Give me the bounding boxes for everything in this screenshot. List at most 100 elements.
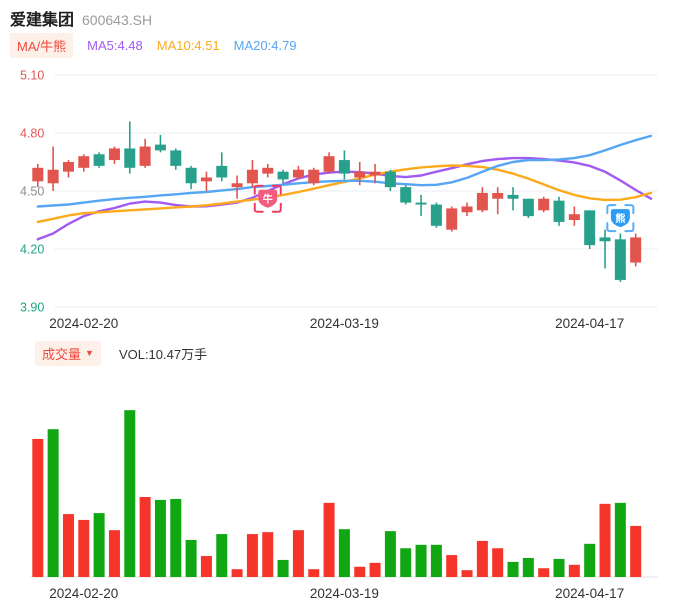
candle-body (200, 177, 212, 182)
legend-ma5[interactable]: MA5:4.48 (87, 38, 143, 53)
volume-bar[interactable] (369, 562, 381, 577)
volume-bar[interactable] (430, 544, 442, 577)
volume-header: 成交量 ▼ VOL:10.47万手 (35, 341, 207, 366)
candle-body (185, 167, 197, 184)
ma-bullbear-label: MA/牛熊 (17, 39, 67, 54)
candle[interactable] (323, 152, 335, 174)
volume-bar[interactable] (216, 534, 228, 577)
volume-bar[interactable] (170, 498, 182, 577)
candlestick-chart[interactable]: 5.10 4.80 4.50 4.20 3.90 牛熊 2024-02-20 2024-03-… (0, 60, 686, 340)
volume-bar[interactable] (154, 499, 166, 577)
volume-bar[interactable] (553, 558, 565, 577)
candle-body (384, 171, 396, 188)
candle[interactable] (384, 169, 396, 191)
candle[interactable] (430, 202, 442, 228)
volume-bar[interactable] (124, 410, 136, 577)
volume-bar[interactable] (108, 530, 120, 577)
volume-bar[interactable] (200, 556, 212, 577)
candle[interactable] (93, 152, 105, 168)
candle[interactable] (277, 169, 289, 184)
candle[interactable] (553, 196, 565, 226)
candle[interactable] (292, 165, 304, 180)
ma-bullbear-toggle[interactable]: MA/牛熊 (10, 33, 74, 58)
volume-bar[interactable] (62, 514, 74, 577)
volume-bar[interactable] (323, 502, 335, 577)
volume-bar[interactable] (584, 543, 596, 577)
candle[interactable] (522, 198, 534, 219)
volume-bar[interactable] (338, 529, 350, 577)
volume-bar[interactable] (522, 557, 534, 577)
volume-bar[interactable] (492, 548, 504, 577)
candle-body (461, 206, 473, 213)
candle-body (323, 156, 335, 172)
candle-body (369, 171, 381, 176)
candle[interactable] (124, 121, 136, 174)
candle[interactable] (108, 146, 120, 164)
volume-bar[interactable] (308, 569, 320, 577)
candle[interactable] (400, 185, 412, 205)
volume-bar[interactable] (400, 548, 412, 577)
candle[interactable] (139, 138, 151, 168)
candle[interactable] (262, 163, 274, 178)
volume-bar[interactable] (630, 525, 642, 577)
candle[interactable] (338, 150, 350, 180)
candle[interactable] (154, 134, 166, 153)
volume-bar[interactable] (292, 530, 304, 577)
candle[interactable] (568, 206, 580, 226)
volume-bar[interactable] (461, 570, 473, 577)
candle[interactable] (614, 233, 626, 282)
candle-body (262, 167, 274, 174)
candle[interactable] (200, 171, 212, 191)
candle[interactable] (78, 154, 90, 172)
volume-bar[interactable] (415, 544, 427, 577)
volume-bar[interactable] (32, 438, 44, 577)
volume-bar[interactable] (93, 513, 105, 577)
volume-bar[interactable] (78, 519, 90, 577)
volume-bar[interactable] (185, 539, 197, 577)
candle[interactable] (170, 148, 182, 170)
candle[interactable] (231, 175, 243, 199)
volume-bar[interactable] (354, 566, 366, 577)
volume-bar[interactable] (262, 532, 274, 577)
candle[interactable] (630, 233, 642, 267)
candle[interactable] (308, 167, 320, 186)
y-axis-label: 3.90 (20, 300, 44, 314)
marker-bracket (624, 222, 635, 233)
candle[interactable] (185, 165, 197, 190)
volume-bar[interactable] (507, 561, 519, 577)
volume-bar[interactable] (538, 568, 550, 577)
volume-bar[interactable] (476, 540, 488, 577)
volume-bar[interactable] (277, 559, 289, 577)
x-axis-label: 2024-03-19 (310, 316, 379, 331)
candle[interactable] (246, 160, 258, 188)
volume-selector[interactable]: 成交量 ▼ (35, 341, 101, 366)
candle[interactable] (415, 194, 427, 217)
volume-bar[interactable] (599, 503, 611, 577)
volume-bar[interactable] (246, 534, 258, 577)
volume-bar[interactable] (614, 502, 626, 577)
candle[interactable] (446, 206, 458, 232)
candle[interactable] (538, 196, 550, 213)
candle-body (614, 239, 626, 280)
candle-body (354, 171, 366, 178)
volume-bar[interactable] (384, 531, 396, 577)
candle-body (139, 146, 151, 166)
candle[interactable] (216, 152, 228, 182)
x-axis-label: 2024-02-20 (49, 316, 118, 331)
candle[interactable] (584, 210, 596, 249)
candle[interactable] (62, 160, 74, 178)
candle-body (246, 169, 258, 184)
volume-bar[interactable] (568, 564, 580, 577)
bull-marker[interactable]: 牛 (253, 184, 282, 213)
volume-bar[interactable] (47, 429, 59, 577)
volume-bar[interactable] (446, 555, 458, 577)
bear-marker[interactable]: 熊 (606, 204, 635, 233)
marker-bracket (253, 202, 264, 213)
volume-bar[interactable] (231, 569, 243, 577)
volume-chart[interactable]: 2024-02-20 2024-03-19 2024-04-17 (0, 370, 686, 606)
legend-ma20[interactable]: MA20:4.79 (234, 38, 297, 53)
legend-ma10[interactable]: MA10:4.51 (157, 38, 220, 53)
x-axis-label: 2024-04-17 (555, 586, 624, 601)
volume-bar[interactable] (139, 497, 151, 577)
candle[interactable] (461, 202, 473, 217)
